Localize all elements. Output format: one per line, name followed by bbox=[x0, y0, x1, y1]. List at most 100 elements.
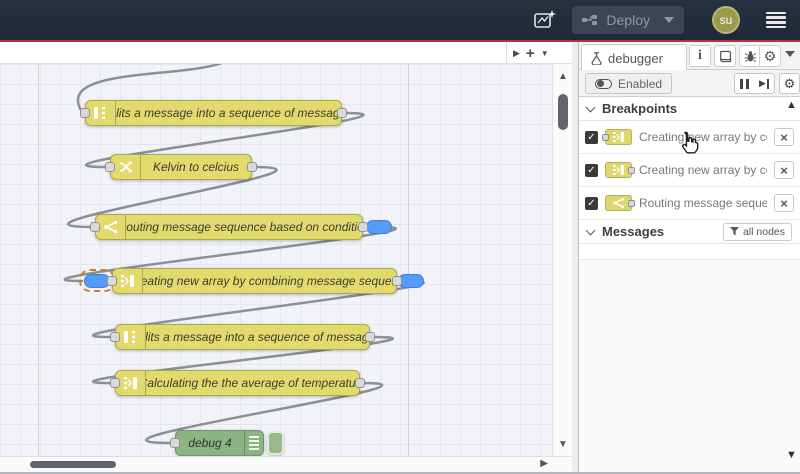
split-icon bbox=[116, 325, 146, 349]
breakpoint-row[interactable]: ✓ Creating new array by combining messag… bbox=[579, 121, 800, 154]
tab-scroll-right-icon[interactable]: ▶ bbox=[513, 48, 520, 59]
breakpoint-row[interactable]: ✓ Routing message sequence based on cond… bbox=[579, 187, 800, 220]
tab-debugger[interactable]: debugger bbox=[581, 44, 687, 71]
breakpoint-checkbox[interactable]: ✓ bbox=[585, 130, 598, 144]
output-port[interactable] bbox=[247, 162, 257, 172]
input-port[interactable] bbox=[170, 438, 180, 448]
join-icon bbox=[113, 269, 143, 293]
output-port[interactable] bbox=[365, 332, 375, 342]
debug-tab-button[interactable] bbox=[739, 45, 761, 67]
breakpoint-marker-switch-output[interactable] bbox=[366, 220, 392, 234]
chevron-down-icon bbox=[585, 102, 596, 112]
book-icon bbox=[719, 50, 731, 62]
deploy-label: Deploy bbox=[606, 12, 650, 28]
output-port[interactable] bbox=[337, 108, 347, 118]
flow-tabbar: ▶ + ▼ bbox=[0, 42, 578, 64]
main-menu-button[interactable] bbox=[766, 11, 786, 29]
horizontal-scroll-thumb[interactable] bbox=[30, 461, 116, 468]
remove-breakpoint-button[interactable]: × bbox=[774, 128, 794, 146]
port-marker bbox=[628, 200, 635, 207]
node-join-2[interactable]: Calculating the the average of temperatu… bbox=[110, 370, 365, 396]
flask-icon bbox=[591, 51, 602, 65]
output-port[interactable] bbox=[355, 378, 365, 388]
join-node-input-icon bbox=[602, 129, 632, 145]
breakpoint-row[interactable]: ✓ Creating new array by combining messag… bbox=[579, 154, 800, 187]
node-label: Creating new array by combining message … bbox=[143, 274, 396, 288]
port-marker bbox=[602, 134, 609, 141]
step-button[interactable]: ▶ bbox=[754, 73, 775, 94]
node-change-1[interactable]: Kelvin to celcius bbox=[105, 154, 257, 180]
canvas-horizontal-scrollbar[interactable]: ▶ bbox=[0, 456, 572, 472]
info-icon: i bbox=[698, 48, 702, 63]
split-icon bbox=[86, 101, 116, 125]
ai-sparkle-icon bbox=[534, 10, 557, 28]
join-node-output-icon bbox=[605, 162, 635, 178]
node-label: Kelvin to celcius bbox=[152, 160, 240, 174]
input-port[interactable] bbox=[107, 276, 117, 286]
input-port[interactable] bbox=[110, 378, 120, 388]
node-label: Calculating the the average of temperatu… bbox=[146, 376, 359, 390]
vertical-scroll-thumb[interactable] bbox=[558, 94, 568, 130]
output-port[interactable] bbox=[392, 276, 402, 286]
debugger-enabled-toggle[interactable]: Enabled bbox=[585, 73, 673, 94]
remove-breakpoint-button[interactable]: × bbox=[774, 161, 794, 179]
debug-messages-icon bbox=[244, 431, 263, 455]
avatar-initials: su bbox=[719, 13, 733, 27]
messages-title: Messages bbox=[602, 224, 665, 239]
funnel-icon bbox=[729, 227, 739, 236]
switch-node-output-icon bbox=[605, 195, 635, 211]
debug-toggle-button[interactable] bbox=[267, 431, 284, 455]
switch-icon bbox=[96, 215, 126, 239]
debugger-panel: Breakpoints ✓ Creating new array by comb… bbox=[579, 97, 800, 472]
gear-icon: ⚙ bbox=[783, 75, 796, 91]
node-label: debug 4 bbox=[188, 436, 232, 450]
add-flow-button[interactable]: + bbox=[526, 46, 535, 61]
ai-assistant-button[interactable] bbox=[530, 7, 560, 33]
sidebar-scroll-up-icon[interactable]: ▲ bbox=[786, 99, 797, 111]
scroll-up-icon[interactable]: ▲ bbox=[553, 71, 573, 82]
message-filter-button[interactable]: all nodes bbox=[722, 222, 792, 241]
gear-icon: ⚙ bbox=[763, 47, 777, 64]
help-tab-button[interactable] bbox=[714, 45, 736, 67]
node-switch-1[interactable]: Routing message sequence based on condit… bbox=[90, 214, 368, 240]
breakpoint-label: Creating new array by combining message … bbox=[639, 130, 767, 144]
config-tab-button[interactable]: ⚙ bbox=[759, 45, 781, 67]
change-icon bbox=[111, 155, 141, 179]
info-tab-button[interactable]: i bbox=[689, 45, 711, 67]
canvas-vertical-scrollbar[interactable]: ▲ ▼ bbox=[552, 64, 572, 456]
breakpoint-checkbox[interactable]: ✓ bbox=[585, 196, 598, 210]
messages-section-header[interactable]: Messages all nodes bbox=[579, 220, 800, 244]
pause-button[interactable] bbox=[734, 73, 755, 94]
input-port[interactable] bbox=[105, 162, 115, 172]
output-port[interactable] bbox=[358, 222, 368, 232]
enabled-label: Enabled bbox=[618, 76, 663, 91]
input-port[interactable] bbox=[90, 222, 100, 232]
node-split-1[interactable]: Splits a message into a sequence of mess… bbox=[80, 100, 347, 126]
scroll-right-icon[interactable]: ▶ bbox=[540, 458, 548, 469]
flow-list-caret-icon[interactable]: ▼ bbox=[541, 49, 549, 58]
deploy-caret-icon[interactable] bbox=[664, 17, 674, 23]
node-join-1[interactable]: Creating new array by combining message … bbox=[107, 268, 402, 294]
deploy-button[interactable]: Deploy bbox=[572, 6, 684, 34]
user-avatar[interactable]: su bbox=[712, 6, 740, 34]
breakpoints-title: Breakpoints bbox=[602, 101, 678, 116]
breakpoints-section-header[interactable]: Breakpoints bbox=[579, 97, 800, 121]
breakpoint-label: Routing message sequence based on condit… bbox=[639, 196, 767, 210]
node-label: Routing message sequence based on condit… bbox=[126, 220, 362, 234]
node-label: Splits a message into a sequence of mess… bbox=[146, 330, 369, 344]
sidebar-tabbar: debugger i ⚙ bbox=[579, 42, 800, 71]
breakpoint-label: Creating new array by combining message … bbox=[639, 163, 767, 177]
scroll-down-icon[interactable]: ▼ bbox=[553, 439, 573, 450]
node-split-2[interactable]: Splits a message into a sequence of mess… bbox=[110, 324, 375, 350]
input-port[interactable] bbox=[110, 332, 120, 342]
flow-canvas[interactable]: Splits a message into a sequence of mess… bbox=[0, 64, 552, 456]
remove-breakpoint-button[interactable]: × bbox=[774, 194, 794, 212]
sidebar-tabs-caret-icon[interactable] bbox=[785, 51, 795, 57]
node-debug-4[interactable]: debug 4 bbox=[170, 430, 264, 456]
debugger-settings-button[interactable]: ⚙ bbox=[779, 73, 800, 94]
port-marker bbox=[628, 167, 635, 174]
input-port[interactable] bbox=[80, 108, 90, 118]
breakpoint-checkbox[interactable]: ✓ bbox=[585, 163, 598, 177]
sidebar-scroll-down-icon[interactable]: ▼ bbox=[786, 449, 797, 461]
deploy-nodes-icon bbox=[582, 15, 598, 25]
